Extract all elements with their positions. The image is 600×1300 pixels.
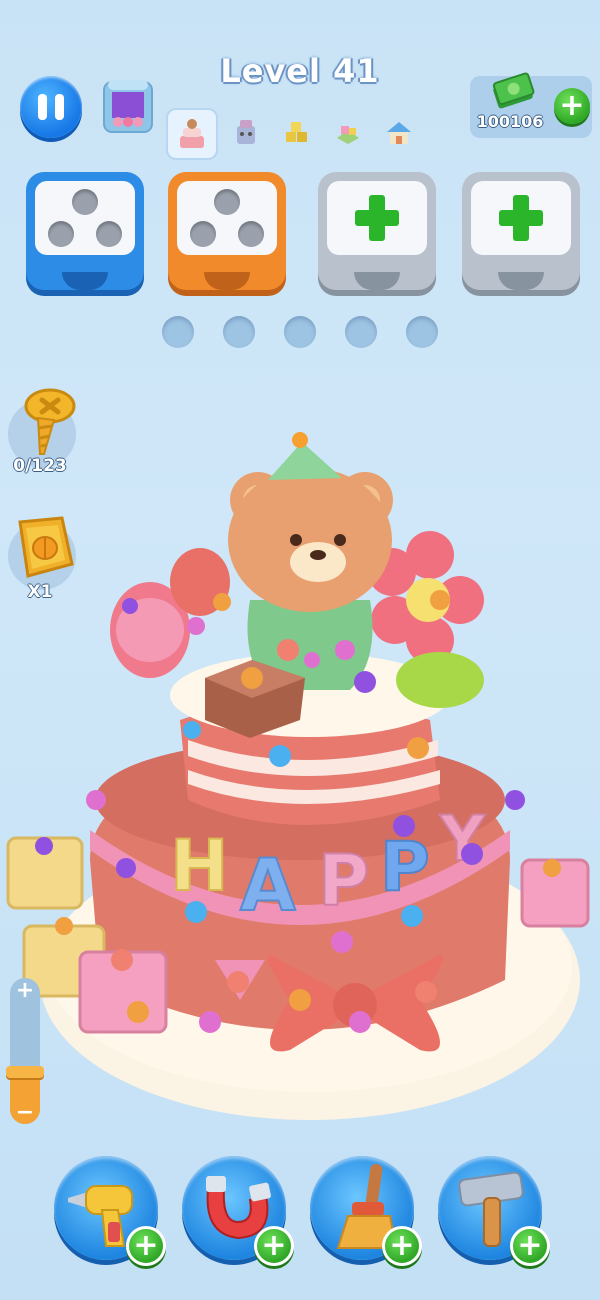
- add-box-button[interactable]: [318, 172, 436, 290]
- box-hole: [48, 221, 74, 247]
- blocks-icon: [276, 112, 318, 154]
- letter-p: P: [380, 828, 430, 907]
- box-hole: [190, 221, 216, 247]
- plus-icon: [499, 195, 543, 241]
- screw-slot: [345, 316, 377, 348]
- letter-y: Y: [439, 802, 486, 875]
- house-small-icon: [378, 112, 420, 154]
- screw-slot: [223, 316, 255, 348]
- stage-progress: [168, 110, 420, 160]
- add-hammer-button[interactable]: +: [510, 1226, 550, 1266]
- zoom-out-icon[interactable]: −: [10, 1102, 40, 1124]
- add-drill-button[interactable]: +: [126, 1226, 166, 1266]
- letter-p: P: [318, 840, 369, 922]
- cake-puzzle-scene[interactable]: H A P P Y: [0, 360, 600, 1140]
- zoom-in-icon[interactable]: +: [10, 980, 40, 1002]
- cash-icon: [488, 68, 538, 116]
- add-magnet-button[interactable]: +: [254, 1226, 294, 1266]
- plus-icon: [355, 195, 399, 241]
- party-hat: [268, 442, 342, 480]
- screw-slot: [162, 316, 194, 348]
- broom-tool-button[interactable]: +: [310, 1156, 422, 1266]
- robot-icon: [225, 112, 267, 154]
- screw-slot: [406, 316, 438, 348]
- screw-box-blue[interactable]: [26, 172, 144, 290]
- screw-slots: [162, 316, 438, 348]
- cash-amount: 100106: [476, 112, 544, 131]
- add-broom-button[interactable]: +: [382, 1226, 422, 1266]
- letter-a: A: [240, 843, 296, 927]
- screw-slot: [284, 316, 316, 348]
- bear-head: [228, 468, 392, 612]
- box-hole: [72, 189, 98, 215]
- screw-box-orange[interactable]: [168, 172, 286, 290]
- macaron: [396, 652, 484, 708]
- cake-icon: [168, 110, 216, 158]
- drill-tool-button[interactable]: +: [54, 1156, 166, 1266]
- add-box-button[interactable]: [462, 172, 580, 290]
- box-hole: [96, 221, 122, 247]
- box-hole: [238, 221, 264, 247]
- pause-icon: [38, 94, 47, 120]
- hammer-tool-button[interactable]: +: [438, 1156, 550, 1266]
- letter-h: H: [170, 825, 229, 907]
- add-cash-button[interactable]: +: [554, 88, 590, 124]
- toy-icon: [327, 112, 369, 154]
- box-hole: [214, 189, 240, 215]
- zoom-handle[interactable]: [6, 1066, 44, 1078]
- magnet-tool-button[interactable]: +: [182, 1156, 294, 1266]
